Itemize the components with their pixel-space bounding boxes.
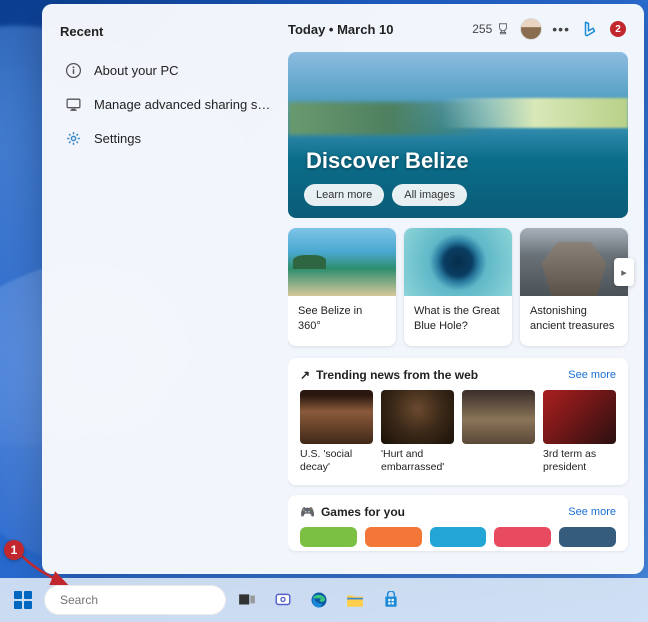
related-card[interactable]: Astonishing ancient treasures [520,228,628,346]
games-strip [300,527,616,547]
controller-icon: 🎮 [300,505,315,519]
news-card[interactable]: U.S. 'social decay' [300,390,373,475]
explorer-button[interactable] [340,585,370,615]
game-tile[interactable] [365,527,422,547]
games-heading: 🎮 Games for you [300,505,405,519]
card-caption: See Belize in 360° [288,296,396,346]
game-tile[interactable] [494,527,551,547]
scroll-right-button[interactable]: ▸ [614,258,634,286]
hero-title: Discover Belize [306,148,469,174]
news-image [462,390,535,444]
news-caption: U.S. 'social decay' [300,448,373,475]
card-caption: Astonishing ancient treasures [520,296,628,346]
games-section: 🎮 Games for you See more [288,495,628,551]
info-icon [64,61,82,79]
recent-item-about-pc[interactable]: About your PC [60,53,276,87]
learn-more-button[interactable]: Learn more [304,184,384,206]
rewards-points[interactable]: 255 [472,22,510,36]
trending-heading: ↗ Trending news from the web [300,368,478,382]
notification-badge[interactable]: 2 [610,21,626,37]
see-more-link[interactable]: See more [568,369,616,381]
annotation-callout-1: 1 [4,540,24,560]
today-date: Today • March 10 [288,22,393,37]
gear-icon [64,129,82,147]
trophy-icon [496,22,510,36]
news-caption: 3rd term as president [543,448,616,475]
more-button[interactable]: ••• [552,21,570,37]
related-card[interactable]: What is the Great Blue Hole? [404,228,512,346]
card-image [288,228,396,296]
game-tile[interactable] [300,527,357,547]
news-card[interactable] [462,390,535,475]
hero-card[interactable]: Discover Belize Learn more All images [288,52,628,218]
annotation-arrow [18,552,76,592]
taskbar [0,578,648,622]
user-avatar[interactable] [520,18,542,40]
card-image [520,228,628,296]
related-row: See Belize in 360° What is the Great Blu… [288,228,628,346]
content-column: Today • March 10 255 ••• 2 Discover Beli… [288,4,644,574]
game-tile[interactable] [559,527,616,547]
points-value: 255 [472,22,492,36]
chat-button[interactable] [268,585,298,615]
recent-item-label: Manage advanced sharing settin... [94,97,272,112]
search-panel: Recent About your PC Manage advanced sha… [42,4,644,574]
store-button[interactable] [376,585,406,615]
trending-section: ↗ Trending news from the web See more U.… [288,358,628,485]
see-more-link[interactable]: See more [568,506,616,518]
news-card[interactable]: 'Hurt and embarrassed' [381,390,454,475]
trending-icon: ↗ [300,368,310,382]
card-caption: What is the Great Blue Hole? [404,296,512,346]
game-tile[interactable] [430,527,487,547]
recent-item-label: Settings [94,131,141,146]
recent-item-label: About your PC [94,63,179,78]
related-card[interactable]: See Belize in 360° [288,228,396,346]
recent-item-sharing[interactable]: Manage advanced sharing settin... [60,87,276,121]
bing-icon[interactable] [580,19,600,39]
recent-item-settings[interactable]: Settings [60,121,276,155]
search-input[interactable] [60,593,215,607]
edge-button[interactable] [304,585,334,615]
news-image [543,390,616,444]
news-image [300,390,373,444]
recent-column: Recent About your PC Manage advanced sha… [42,4,288,574]
recent-heading: Recent [60,24,276,39]
news-caption: 'Hurt and embarrassed' [381,448,454,475]
news-image [381,390,454,444]
card-image [404,228,512,296]
monitor-icon [64,95,82,113]
header-actions: 255 ••• 2 [472,18,626,40]
content-header: Today • March 10 255 ••• 2 [288,18,628,40]
news-card[interactable]: 3rd term as president [543,390,616,475]
all-images-button[interactable]: All images [392,184,467,206]
task-view-button[interactable] [232,585,262,615]
